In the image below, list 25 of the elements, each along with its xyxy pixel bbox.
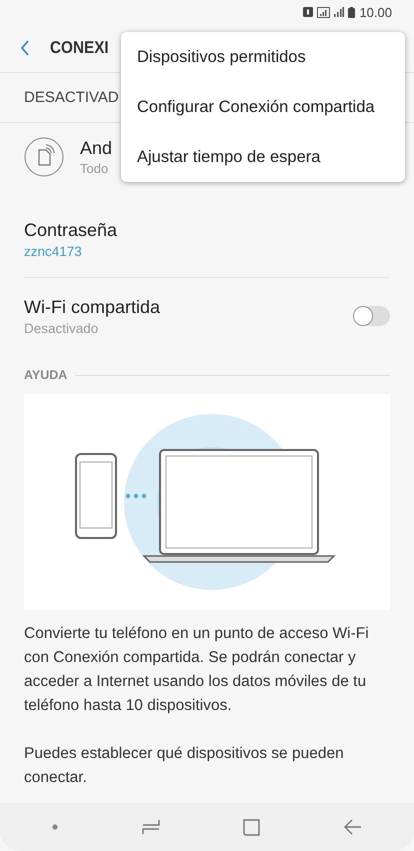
sim-icon <box>303 7 314 17</box>
network-subtitle: Todo <box>80 161 110 176</box>
dot-icon[interactable] <box>52 824 58 830</box>
clock-time: 10.00 <box>359 4 392 20</box>
phone-hotspot-icon <box>24 137 64 177</box>
signal-icon <box>317 6 330 18</box>
setting-label: Contraseña <box>24 220 118 240</box>
signal-icon <box>334 7 344 17</box>
screen-title: CONEXI <box>50 38 109 58</box>
setting-label: Wi-Fi compartida <box>24 296 162 318</box>
network-name: And <box>80 138 112 159</box>
back-icon[interactable] <box>20 40 30 56</box>
setting-row[interactable]: Wi-Fi compartida Desactivado <box>24 278 390 354</box>
section-heading: AYUDA <box>24 368 68 382</box>
setting-value: zznc4173 <box>24 244 83 258</box>
help-paragraph: Convierte tu teléfono en un punto de acceso Wi-Fi con Conexión compartida. Se podrán conectar y acceder a Internet usando los datos móviles de tu teléfono hasta 10 dispositivos. <box>24 624 370 716</box>
recent-apps-icon[interactable] <box>142 819 160 835</box>
help-paragraph: Puedes establecer qué dispositivos se pueden conectar. <box>24 744 345 788</box>
setting-value: Desactivado <box>24 320 100 336</box>
toggle-switch[interactable] <box>354 306 390 326</box>
battery-icon <box>348 6 356 18</box>
back-icon[interactable] <box>344 819 362 835</box>
menu-item[interactable]: Ajustar tiempo de espera <box>121 132 405 182</box>
home-icon[interactable] <box>243 818 260 836</box>
setting-row[interactable]: Contraseña zznc4173 <box>24 201 390 278</box>
